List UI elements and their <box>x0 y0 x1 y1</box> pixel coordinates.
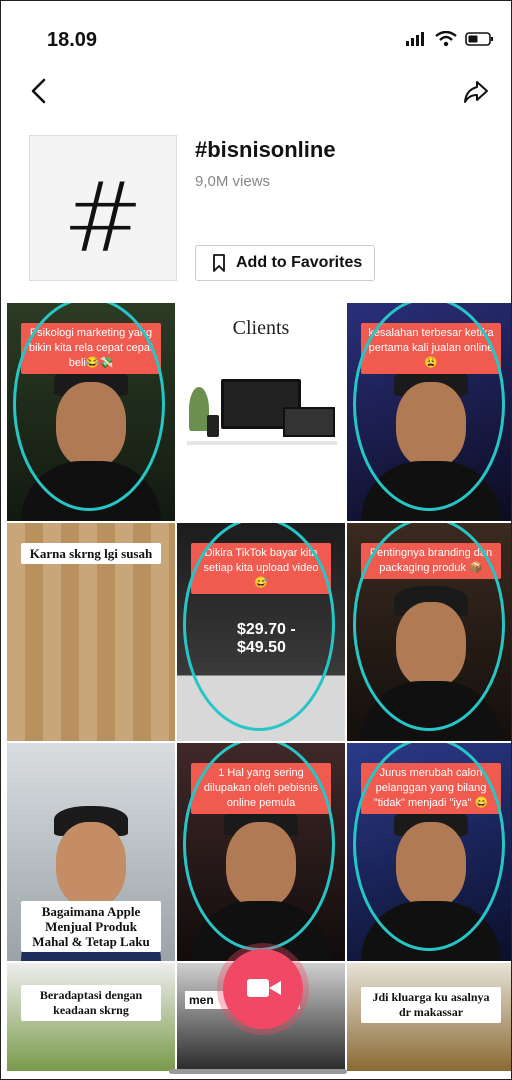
add-to-favorites-label: Add to Favorites <box>236 254 363 271</box>
video-caption-start: men <box>189 993 214 1007</box>
video-camera-icon <box>247 979 269 997</box>
hashtag-symbol: # <box>62 162 144 274</box>
status-time: 18.09 <box>47 29 98 51</box>
phone-graphic <box>207 415 219 437</box>
view-count: 9,0M views <box>195 173 271 190</box>
video-caption: Clients <box>232 317 290 339</box>
video-tile[interactable]: Dikira TikTok bayar kita setiap kita upl… <box>177 523 345 741</box>
laptop-graphic <box>283 407 335 437</box>
highlight-circle <box>353 303 505 511</box>
highlight-circle <box>183 523 335 731</box>
video-tile[interactable]: Clients <box>177 303 345 521</box>
battery-icon <box>465 32 493 46</box>
highlight-circle <box>353 523 505 731</box>
signal-icon <box>406 32 424 46</box>
video-caption: Jdi kluarga ku asalnya dr makassar <box>361 987 501 1023</box>
hashtag-thumbnail: # <box>29 135 177 281</box>
app-frame: 18.09 # #bisnisonline 9,0M views Add to … <box>0 0 512 1080</box>
back-icon[interactable] <box>27 77 51 105</box>
video-tile[interactable]: Jdi kluarga ku asalnya dr makassar <box>347 963 511 1071</box>
video-tile[interactable]: Pentingnya branding dan packaging produk… <box>347 523 511 741</box>
plant-graphic <box>189 387 209 431</box>
video-tile[interactable]: Karna skrng lgi susah <box>7 523 175 741</box>
record-video-button[interactable] <box>223 949 303 1029</box>
video-tile[interactable]: Beradaptasi dengan keadaan skrng <box>7 963 175 1071</box>
wifi-icon <box>435 31 457 47</box>
page-title: #bisnisonline <box>195 137 336 162</box>
desk-graphic <box>187 441 337 445</box>
video-tile[interactable]: 1 Hal yang sering dilupakan oleh pebisni… <box>177 743 345 961</box>
bookmark-icon <box>213 254 225 272</box>
video-tile[interactable]: Bagaimana Apple Menjual Produk Mahal & T… <box>7 743 175 961</box>
video-caption: Beradaptasi dengan keadaan skrng <box>21 985 161 1021</box>
video-caption: Bagaimana Apple Menjual Produk Mahal & T… <box>21 901 161 952</box>
share-icon[interactable] <box>463 79 489 105</box>
add-to-favorites-button[interactable]: Add to Favorites <box>195 245 375 281</box>
highlight-circle <box>353 743 505 951</box>
nav-bar <box>1 73 511 113</box>
video-tile[interactable]: kesalahan terbesar ketika pertama kali j… <box>347 303 511 521</box>
person-face <box>56 822 126 908</box>
video-tile[interactable]: Jurus merubah calon pelanggan yang bilan… <box>347 743 511 961</box>
video-tile[interactable]: Psikologi marketing yang bikin kita rela… <box>7 303 175 521</box>
status-bar: 18.09 <box>1 1 511 61</box>
home-indicator[interactable] <box>169 1069 347 1074</box>
status-icons <box>405 31 495 47</box>
highlight-circle <box>183 743 335 951</box>
video-camera-lens <box>269 981 281 995</box>
hashtag-header: # #bisnisonline 9,0M views Add to Favori… <box>1 131 511 301</box>
video-caption: Karna skrng lgi susah <box>21 543 161 564</box>
highlight-circle <box>13 303 165 511</box>
